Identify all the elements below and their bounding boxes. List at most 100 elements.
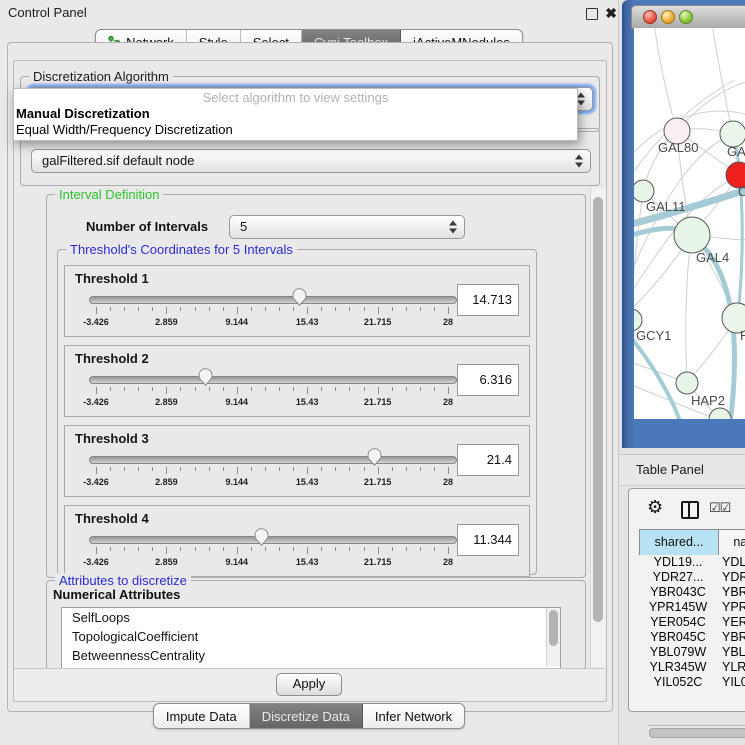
slider-tick xyxy=(152,547,153,551)
close-traffic-light-icon[interactable] xyxy=(643,10,657,24)
slider-tick xyxy=(434,307,435,311)
slider-tick xyxy=(96,467,97,474)
slider-tick xyxy=(265,387,266,391)
bottom-segmented-control: Impute Data Discretize Data Infer Network xyxy=(153,703,465,729)
table-row[interactable]: YDR27...YDR27 xyxy=(639,570,745,585)
algorithm-popup-item[interactable]: Equal Width/Frequency Discretization xyxy=(14,122,577,138)
gear-icon[interactable]: ⚙ xyxy=(647,497,663,517)
zoom-traffic-light-icon[interactable] xyxy=(679,10,693,24)
cell-shared-name: YBR045C xyxy=(639,630,717,645)
interval-definition-group: Interval Definition Number of Intervals … xyxy=(46,194,586,578)
apply-row: Apply xyxy=(14,668,604,700)
slider-tick-label: 9.144 xyxy=(226,477,249,487)
apply-button[interactable]: Apply xyxy=(276,673,342,696)
number-of-intervals-select[interactable]: 5 xyxy=(229,215,465,239)
bottom-tab-infer-network[interactable]: Infer Network xyxy=(363,704,464,728)
close-panel-icon[interactable]: ✖ xyxy=(605,4,617,22)
table-row[interactable]: YIL052CYIL05 xyxy=(639,675,745,687)
algorithm-popup-item[interactable]: Manual Discretization xyxy=(14,106,577,122)
tab-label: Discretize Data xyxy=(262,705,350,728)
slider-tick xyxy=(279,467,280,471)
cell-shared-name: YBL079W xyxy=(639,645,717,660)
threshold-panel: Threshold 4-3.4262.8599.14415.4321.71528… xyxy=(64,505,530,577)
slider-thumb[interactable] xyxy=(254,528,269,546)
bottom-tab-impute-data[interactable]: Impute Data xyxy=(154,704,250,728)
cell-shared-name: YDL19... xyxy=(639,555,717,570)
slider-track[interactable] xyxy=(89,536,457,544)
threshold-value-field[interactable]: 21.4 xyxy=(457,444,519,476)
split-columns-icon[interactable] xyxy=(681,501,699,519)
float-panel-icon[interactable] xyxy=(586,8,598,20)
slider-tick-label: -3.426 xyxy=(83,557,109,567)
scrollbar-thumb[interactable] xyxy=(549,610,558,646)
control-panel-title: Control Panel xyxy=(8,5,87,20)
slider-tick xyxy=(124,547,125,551)
slider-tick xyxy=(110,547,111,551)
select-columns-icon[interactable]: ☑☑ xyxy=(709,500,730,516)
table-panel-titlebar: Table Panel xyxy=(619,454,745,486)
table-row[interactable]: YDL19...YDL19 xyxy=(639,555,745,570)
attribute-list-item[interactable]: TopologicalCoefficient xyxy=(62,627,560,646)
network-edge xyxy=(654,28,676,130)
network-edge xyxy=(634,192,643,312)
attribute-list-item[interactable]: BetweennessCentrality xyxy=(62,646,560,665)
table-row[interactable]: YPR145WYPR14 xyxy=(639,600,745,615)
slider-tick-label: 28 xyxy=(443,317,453,327)
network-node[interactable] xyxy=(709,408,731,419)
table-row[interactable]: YBR043CYBR04 xyxy=(639,585,745,600)
threshold-label: Threshold 2 xyxy=(75,351,149,366)
slider-tick xyxy=(307,387,308,394)
slider-thumb-icon xyxy=(367,448,382,466)
network-node[interactable] xyxy=(674,217,710,253)
slider-tick xyxy=(335,547,336,551)
network-view-window[interactable]: GAL80GAGAL11CGAL4GCY1HHAP2 xyxy=(622,0,745,448)
threshold-value-field[interactable]: 11.344 xyxy=(457,524,519,556)
cell-name: YPR14 xyxy=(722,600,745,615)
scrollbar-thumb[interactable] xyxy=(649,728,745,738)
slider-track[interactable] xyxy=(89,376,457,384)
combo-stepper-icon xyxy=(449,221,457,234)
slider-tick-label: 21.715 xyxy=(364,397,392,407)
slider-tick xyxy=(420,387,421,391)
bottom-tab-discretize-data[interactable]: Discretize Data xyxy=(250,704,363,728)
main-vertical-scrollbar[interactable] xyxy=(590,187,606,667)
slider-track[interactable] xyxy=(89,456,457,464)
column-header-shared-name[interactable]: shared... xyxy=(639,529,719,556)
attributes-list-scrollbar[interactable] xyxy=(546,608,560,666)
network-window-titlebar[interactable] xyxy=(631,5,745,29)
attribute-list-item[interactable]: SelfLoops xyxy=(62,608,560,627)
minimize-traffic-light-icon[interactable] xyxy=(661,10,675,24)
slider-thumb[interactable] xyxy=(198,368,213,386)
attributes-group-title: Attributes to discretize xyxy=(55,573,191,588)
table-row[interactable]: YBL079WYBL07 xyxy=(639,645,745,660)
slider-tick xyxy=(237,387,238,394)
network-node-label: HAP2 xyxy=(691,393,725,408)
discretization-algorithm-group-title: Discretization Algorithm xyxy=(29,69,173,84)
table-horizontal-scrollbar[interactable] xyxy=(648,725,745,738)
slider-thumb-icon xyxy=(254,528,269,546)
table-data-select[interactable]: galFiltered.sif default node xyxy=(31,149,591,173)
slider-tick xyxy=(124,307,125,311)
slider-tick xyxy=(279,387,280,391)
table-row[interactable]: YER054CYER05 xyxy=(639,615,745,630)
slider-tick xyxy=(321,467,322,471)
network-node[interactable] xyxy=(676,372,698,394)
network-graph: GAL80GAGAL11CGAL4GCY1HHAP2 xyxy=(634,28,745,419)
slider-track[interactable] xyxy=(89,296,457,304)
table-row[interactable]: YLR345WYLR34 xyxy=(639,660,745,675)
slider-tick xyxy=(448,387,449,394)
table-row[interactable]: YBR045CYBR04 xyxy=(639,630,745,645)
threshold-value-field[interactable]: 14.713 xyxy=(457,284,519,316)
scrollbar-thumb[interactable] xyxy=(593,197,603,622)
slider-tick xyxy=(335,307,336,311)
slider-thumb[interactable] xyxy=(292,288,307,306)
slider-thumb[interactable] xyxy=(367,448,382,466)
slider-tick xyxy=(209,307,210,311)
slider-tick-label: -3.426 xyxy=(83,397,109,407)
network-canvas[interactable]: GAL80GAGAL11CGAL4GCY1HHAP2 xyxy=(634,28,745,419)
threshold-value-field[interactable]: 6.316 xyxy=(457,364,519,396)
slider-tick-label: 15.43 xyxy=(296,477,319,487)
column-header-name[interactable]: name xyxy=(718,529,745,556)
cell-shared-name: YDR27... xyxy=(639,570,717,585)
numerical-attributes-label: Numerical Attributes xyxy=(53,587,180,602)
